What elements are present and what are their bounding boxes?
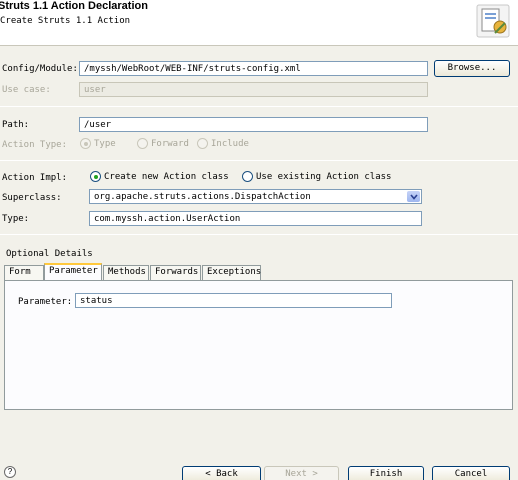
- parameter-label: Parameter:: [18, 297, 73, 307]
- next-button: Next >: [264, 466, 339, 480]
- action-type-type-radio: Type: [80, 138, 116, 149]
- type-label: Type:: [2, 214, 30, 224]
- radio-indicator: [90, 171, 101, 182]
- action-type-forward-label: Forward: [151, 138, 189, 149]
- wizard-header: Struts 1.1 Action Declaration Create Str…: [0, 0, 518, 46]
- action-type-include-label: Include: [211, 138, 249, 149]
- separator: [0, 234, 518, 235]
- radio-indicator: [80, 138, 91, 149]
- action-type-include-radio: Include: [197, 138, 249, 149]
- browse-button[interactable]: Browse...: [434, 60, 510, 77]
- type-field[interactable]: com.myssh.action.UserAction: [89, 211, 422, 226]
- create-new-action-label: Create new Action class: [104, 171, 229, 182]
- next-button-label: Next >: [285, 469, 318, 479]
- tab-methods[interactable]: Methods: [103, 265, 149, 280]
- separator: [0, 160, 518, 161]
- action-type-type-label: Type: [94, 138, 116, 149]
- separator: [0, 106, 518, 107]
- use-existing-action-radio[interactable]: Use existing Action class: [242, 171, 391, 182]
- wizard-banner-icon: [476, 4, 510, 38]
- chevron-down-icon[interactable]: [407, 191, 420, 202]
- superclass-value: org.apache.struts.actions.DispatchAction: [94, 192, 311, 202]
- tab-exceptions[interactable]: Exceptions: [202, 265, 261, 280]
- tab-parameter[interactable]: Parameter: [44, 263, 102, 280]
- superclass-label: Superclass:: [2, 193, 62, 203]
- back-button-label: < Back: [205, 469, 238, 479]
- create-new-action-radio[interactable]: Create new Action class: [90, 171, 229, 182]
- tab-forwards[interactable]: Forwards: [150, 265, 201, 280]
- path-label: Path:: [2, 120, 30, 130]
- action-type-forward-radio: Forward: [137, 138, 189, 149]
- action-type-label: Action Type:: [2, 140, 68, 150]
- help-icon[interactable]: ?: [4, 466, 16, 478]
- parameter-field[interactable]: status: [75, 293, 392, 308]
- use-case-field: user: [79, 82, 428, 97]
- wizard-subtitle: Create Struts 1.1 Action: [0, 16, 131, 26]
- action-impl-label: Action Impl:: [2, 173, 68, 183]
- optional-details-title: Optional Details: [6, 249, 93, 259]
- cancel-button-label: Cancel: [454, 469, 488, 479]
- tab-form[interactable]: Form: [4, 265, 44, 280]
- use-existing-action-label: Use existing Action class: [256, 171, 392, 182]
- config-module-field[interactable]: /myssh/WebRoot/WEB-INF/struts-config.xml: [79, 61, 428, 76]
- superclass-combo[interactable]: org.apache.struts.actions.DispatchAction: [89, 189, 422, 204]
- use-case-label: Use case:: [2, 85, 51, 95]
- radio-indicator: [197, 138, 208, 149]
- cancel-button[interactable]: Cancel: [432, 466, 510, 480]
- finish-button-label: Finish: [369, 469, 403, 479]
- finish-button[interactable]: Finish: [348, 466, 424, 480]
- path-field[interactable]: /user: [79, 117, 428, 132]
- wizard-title: Struts 1.1 Action Declaration: [0, 0, 148, 12]
- back-button[interactable]: < Back: [182, 466, 261, 480]
- radio-indicator: [242, 171, 253, 182]
- config-module-label: Config/Module:: [2, 64, 78, 74]
- radio-indicator: [137, 138, 148, 149]
